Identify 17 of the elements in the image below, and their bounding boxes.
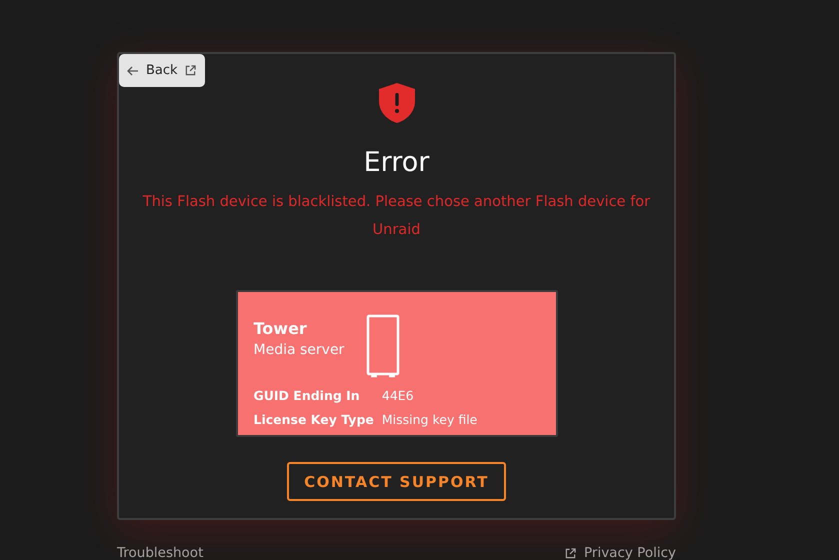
shield-alert-icon [376,82,416,124]
detail-value: Missing key file [382,412,478,427]
error-title: Error [364,146,430,180]
server-name: Tower [254,318,308,340]
error-message: This Flash device is blacklisted. Please chose another Flash device for Unraid [142,193,652,240]
tower-case-icon [366,314,400,378]
contact-support-button[interactable]: CONTACT SUPPORT [287,462,506,501]
detail-value: 44E6 [382,388,415,403]
footer-link[interactable]: Troubleshoot [117,545,204,560]
external-link-icon [184,65,196,76]
server-description: Media server [254,341,344,360]
external-link-icon [564,548,576,558]
footer-link[interactable]: Privacy Policy [564,545,676,560]
detail-label: GUID Ending In [254,388,361,403]
back-button[interactable]: Back [119,54,205,87]
detail-label: License Key Type [254,412,374,427]
arrow-left-icon [127,66,139,76]
